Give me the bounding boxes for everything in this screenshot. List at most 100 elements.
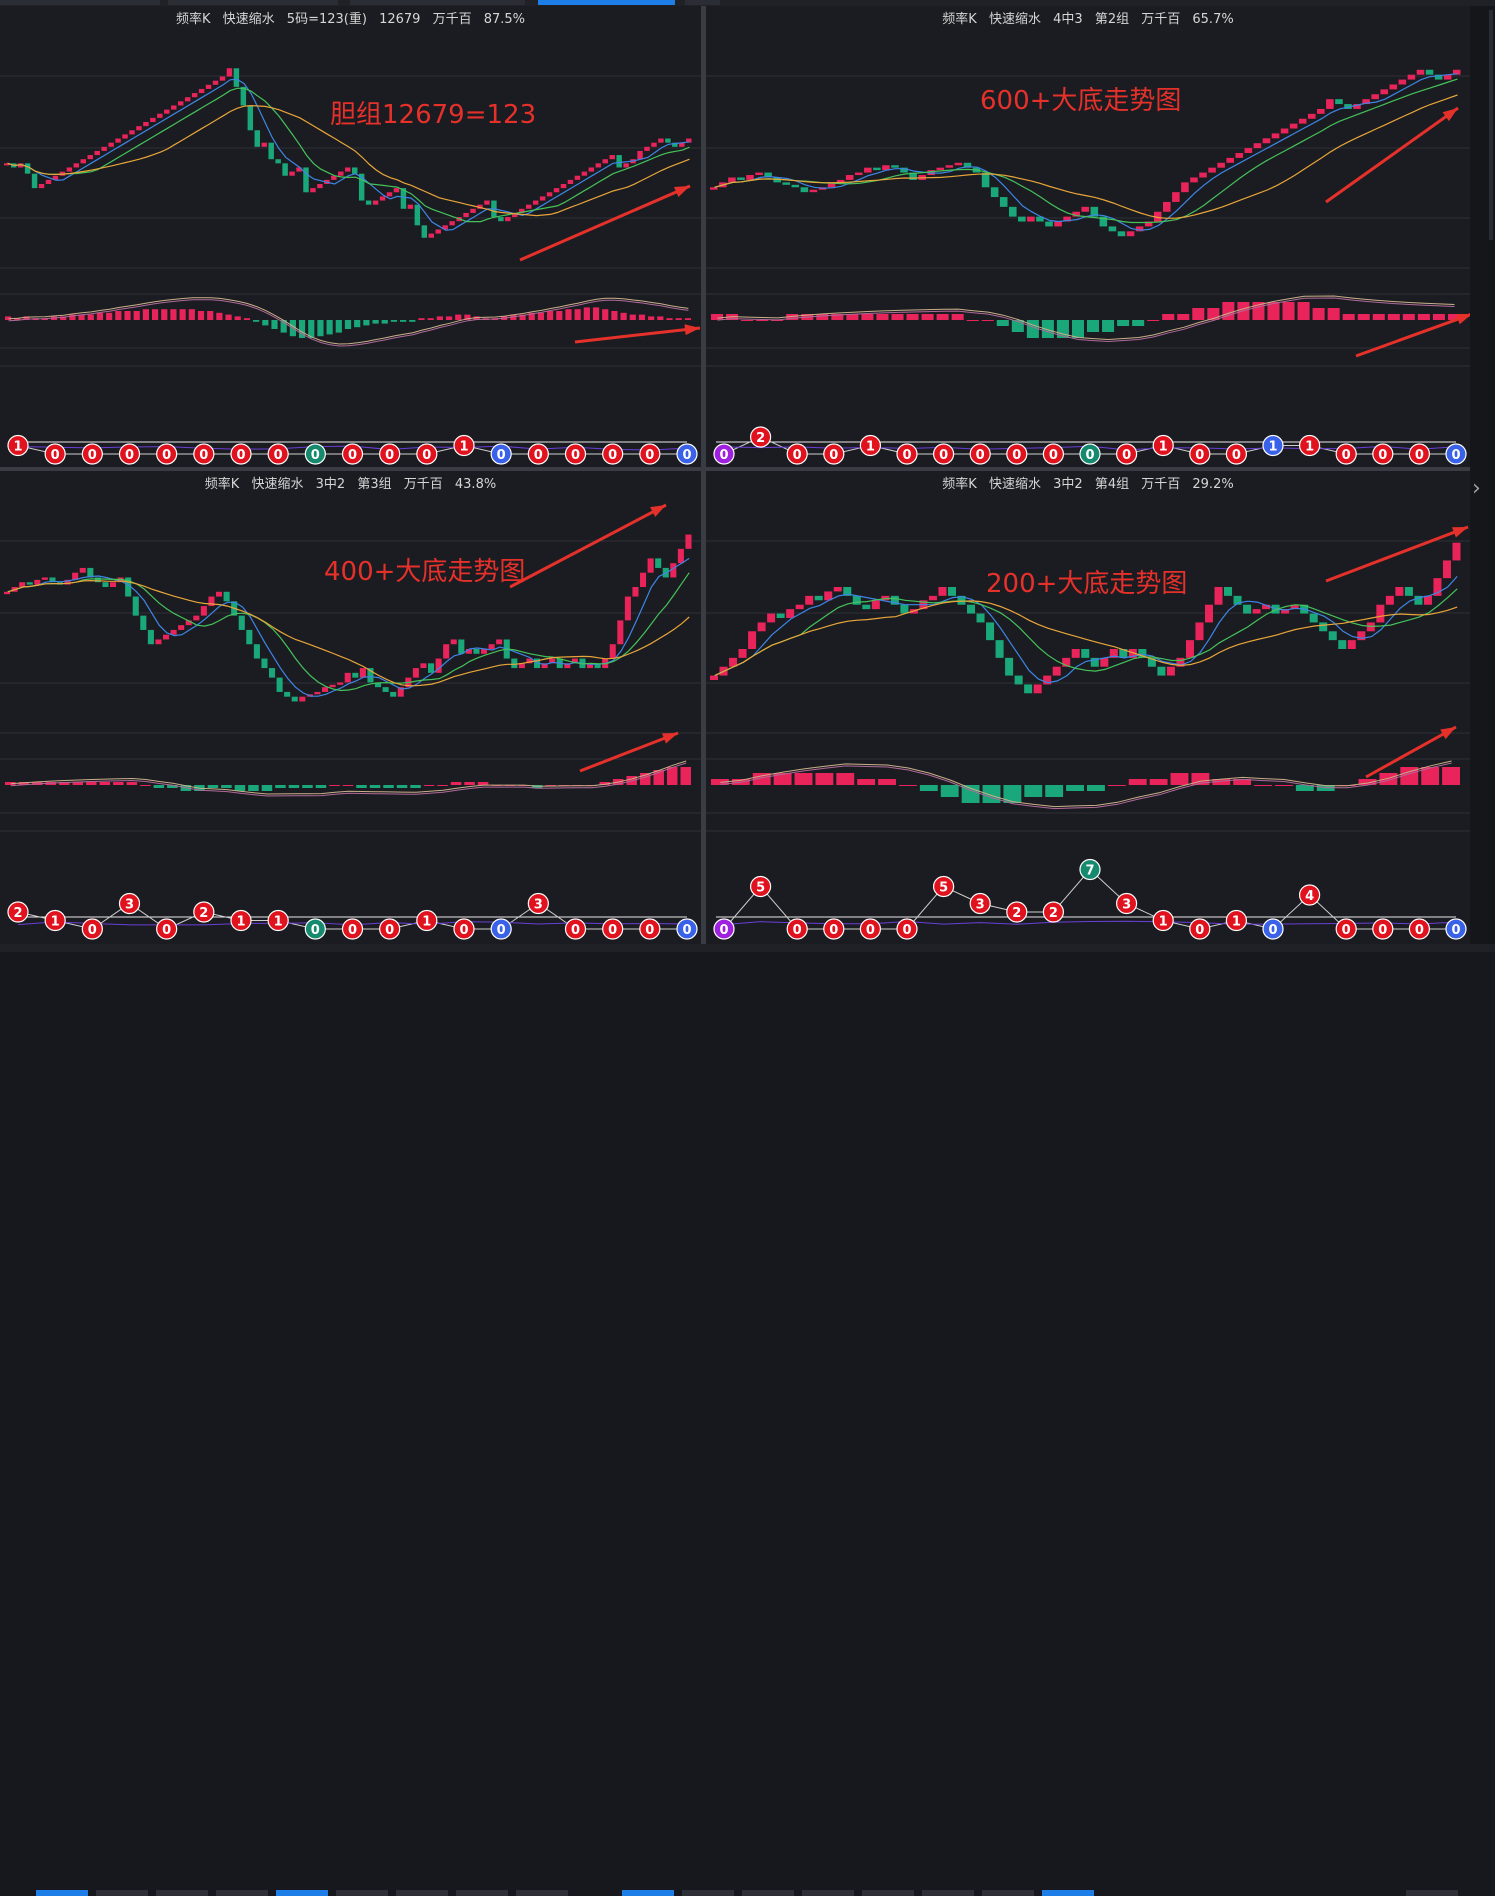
count-dot-label: 1	[236, 915, 245, 930]
candle-bar	[1157, 667, 1165, 676]
bottom-tab-active[interactable]	[622, 1890, 674, 1896]
macd-bar	[1313, 308, 1325, 320]
candle-bar	[366, 201, 371, 205]
candle-bar	[1081, 649, 1089, 658]
count-dot-label: 0	[1415, 448, 1424, 463]
macd-bar	[124, 311, 130, 320]
bottom-tab[interactable]	[802, 1890, 854, 1896]
candle-bar	[241, 87, 246, 106]
count-dot-label: 0	[1378, 923, 1387, 938]
macd-bar	[1117, 320, 1129, 326]
count-dot-label: 0	[497, 923, 506, 938]
candle-bar	[458, 639, 464, 653]
macd-bar	[1087, 320, 1099, 332]
macd-bar	[464, 782, 475, 785]
candle-bar	[1224, 587, 1232, 596]
candle-bar	[1308, 114, 1316, 119]
bottom-tab[interactable]	[336, 1890, 388, 1896]
bottom-tab[interactable]	[216, 1890, 268, 1896]
candle-bar	[938, 587, 946, 596]
top-tab[interactable]	[350, 0, 525, 5]
bottom-tab[interactable]	[1406, 1890, 1458, 1896]
horizontal-splitter[interactable]	[0, 467, 1470, 471]
bottom-tab-active[interactable]	[36, 1890, 88, 1896]
candle-bar	[977, 614, 985, 623]
candle-bar	[603, 159, 608, 163]
candle-bar	[1371, 94, 1379, 99]
macd-bar	[161, 309, 167, 320]
candle-bar	[1426, 70, 1434, 75]
macd-bar	[922, 314, 934, 320]
candle-bar	[352, 167, 357, 173]
count-dot-label: 0	[422, 448, 431, 463]
bottom-tab[interactable]	[96, 1890, 148, 1896]
candle-bar	[110, 582, 116, 587]
candle-bar	[655, 558, 661, 568]
top-tab[interactable]	[168, 0, 338, 5]
candle-bar	[617, 620, 623, 644]
vertical-splitter[interactable]	[701, 6, 706, 944]
macd-bar	[248, 785, 259, 791]
macd-bar	[1433, 314, 1445, 320]
macd-bar	[1379, 773, 1397, 785]
bottom-tab[interactable]	[982, 1890, 1034, 1896]
panel-chart-svg: 050 0 0 0532 273101040 0 0 0	[706, 471, 1470, 944]
candle-bar	[261, 659, 267, 669]
macd-bar	[216, 313, 222, 320]
bottom-tab[interactable]	[516, 1890, 568, 1896]
chart-annotation: 胆组12679=123	[330, 94, 536, 131]
macd-bar	[115, 311, 121, 320]
macd-bar	[1171, 773, 1189, 785]
bottom-tab[interactable]	[456, 1890, 508, 1896]
candle-bar	[248, 105, 253, 130]
trend-arrow-line	[580, 733, 678, 771]
candle-bar	[387, 192, 392, 196]
macd-bar	[1254, 785, 1272, 786]
candle-bar	[213, 81, 218, 85]
macd-bar	[920, 785, 938, 791]
moving-average-line	[715, 601, 1457, 676]
bottom-tab[interactable]	[742, 1890, 794, 1896]
macd-bar	[262, 785, 273, 791]
count-dot-label: 1	[866, 440, 875, 455]
bottom-tab[interactable]	[922, 1890, 974, 1896]
top-tab-active[interactable]	[538, 0, 675, 5]
candle-bar	[637, 151, 642, 159]
candle-bar	[227, 68, 232, 76]
macd-bar	[127, 782, 138, 785]
scroll-thumb[interactable]	[1489, 10, 1493, 240]
macd-bar	[235, 316, 241, 320]
bottom-tab[interactable]	[682, 1890, 734, 1896]
count-dot-label: 2	[13, 906, 22, 921]
count-dot-label: 1	[1159, 915, 1168, 930]
macd-bar	[302, 785, 313, 788]
candle-bar	[1195, 622, 1203, 640]
top-tab[interactable]	[685, 0, 720, 5]
count-dot-label: 0	[793, 923, 802, 938]
candle-bar	[651, 143, 656, 147]
chevron-right-icon[interactable]: ›	[1472, 476, 1481, 501]
count-dot-label: 2	[1012, 906, 1021, 921]
candle-bar	[155, 639, 161, 644]
count-dot-label: 0	[608, 923, 617, 938]
candle-bar	[345, 167, 350, 171]
candle-bar	[246, 630, 252, 644]
candle-bar	[39, 184, 44, 188]
bottom-tab-active[interactable]	[276, 1890, 328, 1896]
bottom-tab[interactable]	[396, 1890, 448, 1896]
macd-bar	[1102, 320, 1114, 332]
macd-bar	[1192, 308, 1204, 320]
candle-bar	[1243, 605, 1251, 614]
candle-bar	[299, 697, 305, 702]
count-dot-label: 5	[756, 881, 765, 896]
bottom-tab-active[interactable]	[1042, 1890, 1094, 1896]
bottom-tab[interactable]	[862, 1890, 914, 1896]
candle-bar	[568, 180, 573, 184]
candle-bar	[1181, 182, 1189, 192]
candle-bar	[755, 173, 763, 175]
candle-bar	[1015, 676, 1023, 685]
bottom-tab[interactable]	[156, 1890, 208, 1896]
chart-panel-2: 频率K 快速缩水 4中3 第2组 万千百 65.7% 0200100000001…	[706, 6, 1470, 467]
top-tab[interactable]	[0, 0, 160, 5]
candle-bar	[292, 697, 298, 702]
